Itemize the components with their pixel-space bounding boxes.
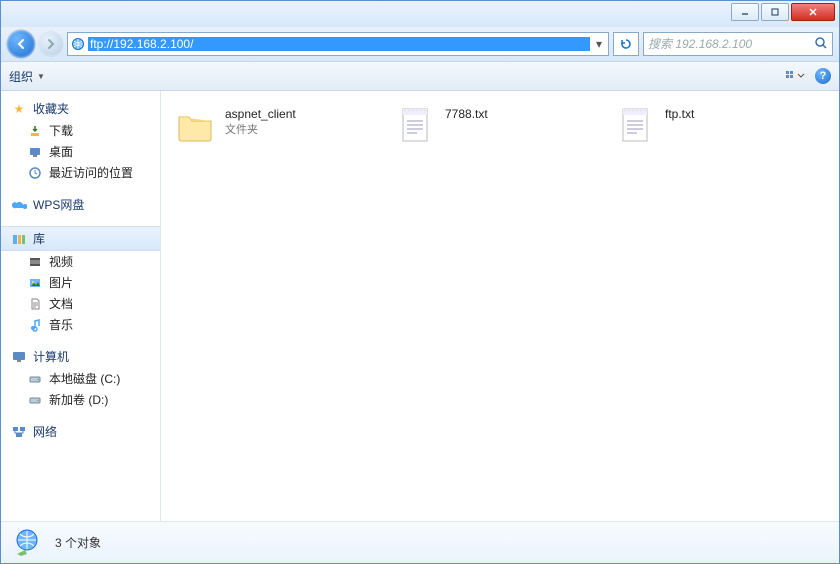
body: ★ 收藏夹 下载 桌面 最近访问的位置 xyxy=(1,91,839,521)
network-icon xyxy=(11,424,27,440)
view-options-button[interactable] xyxy=(785,69,805,83)
sidebar-group-computer: 计算机 本地磁盘 (C:) 新加卷 (D:) xyxy=(1,345,160,410)
refresh-button[interactable] xyxy=(613,32,639,56)
sidebar-group-wps: WPS网盘 xyxy=(1,193,160,216)
sidebar-item-label: 文档 xyxy=(49,295,73,312)
sidebar-computer-label: 计算机 xyxy=(33,348,69,365)
sidebar-item-pictures[interactable]: 图片 xyxy=(1,272,160,293)
text-file-icon xyxy=(613,103,657,147)
sidebar-item-videos[interactable]: 视频 xyxy=(1,251,160,272)
search-input[interactable] xyxy=(648,37,814,51)
sidebar-network-label: 网络 xyxy=(33,423,57,440)
cloud-icon xyxy=(11,197,27,213)
file-name: 7788.txt xyxy=(445,107,488,121)
sidebar-item-drive-c[interactable]: 本地磁盘 (C:) xyxy=(1,368,160,389)
search-icon[interactable] xyxy=(814,36,828,53)
maximize-button[interactable] xyxy=(761,3,789,21)
globe-icon xyxy=(68,37,88,51)
sidebar-wps[interactable]: WPS网盘 xyxy=(1,193,160,216)
sidebar-item-desktop[interactable]: 桌面 xyxy=(1,141,160,162)
sidebar-item-label: 下载 xyxy=(49,122,73,139)
video-icon xyxy=(27,254,43,270)
minimize-button[interactable] xyxy=(731,3,759,21)
sidebar-group-libraries: 库 视频 图片 文档 音乐 xyxy=(1,226,160,335)
address-input[interactable] xyxy=(88,37,590,51)
sidebar-item-label: 新加卷 (D:) xyxy=(49,391,108,408)
sidebar-item-downloads[interactable]: 下载 xyxy=(1,120,160,141)
file-item-text[interactable]: 7788.txt xyxy=(391,101,591,149)
file-item-text[interactable]: ftp.txt xyxy=(611,101,811,149)
statusbar: 3 个对象 xyxy=(1,521,839,563)
sidebar-item-label: 最近访问的位置 xyxy=(49,164,133,181)
organize-label: 组织 xyxy=(9,68,33,85)
chevron-down-icon: ▼ xyxy=(37,72,45,81)
sidebar-group-network: 网络 xyxy=(1,420,160,443)
document-icon xyxy=(27,296,43,312)
search-box[interactable] xyxy=(643,32,833,56)
sidebar-item-drive-d[interactable]: 新加卷 (D:) xyxy=(1,389,160,410)
address-dropdown-button[interactable]: ▾ xyxy=(590,37,608,51)
sidebar-computer[interactable]: 计算机 xyxy=(1,345,160,368)
libraries-icon xyxy=(11,231,27,247)
download-icon xyxy=(27,123,43,139)
sidebar-item-music[interactable]: 音乐 xyxy=(1,314,160,335)
star-icon: ★ xyxy=(11,101,27,117)
forward-button[interactable] xyxy=(39,32,63,56)
file-name: aspnet_client xyxy=(225,107,296,121)
desktop-icon xyxy=(27,144,43,160)
drive-icon xyxy=(27,371,43,387)
picture-icon xyxy=(27,275,43,291)
sidebar-libraries[interactable]: 库 xyxy=(1,226,160,251)
file-item-folder[interactable]: aspnet_client 文件夹 xyxy=(171,101,371,149)
sidebar-item-label: 图片 xyxy=(49,274,73,291)
sidebar-libraries-label: 库 xyxy=(33,230,45,247)
sidebar-favorites[interactable]: ★ 收藏夹 xyxy=(1,97,160,120)
sidebar-item-documents[interactable]: 文档 xyxy=(1,293,160,314)
sidebar-item-label: 本地磁盘 (C:) xyxy=(49,370,120,387)
drive-icon xyxy=(27,392,43,408)
sidebar-group-favorites: ★ 收藏夹 下载 桌面 最近访问的位置 xyxy=(1,97,160,183)
explorer-window: ▾ 组织 ▼ ? ★ xyxy=(0,0,840,564)
file-name: ftp.txt xyxy=(665,107,694,121)
text-file-icon xyxy=(393,103,437,147)
sidebar-wps-label: WPS网盘 xyxy=(33,196,84,213)
file-type: 文件夹 xyxy=(225,121,296,137)
sidebar-item-label: 视频 xyxy=(49,253,73,270)
globe-icon xyxy=(11,526,45,560)
organize-button[interactable]: 组织 ▼ xyxy=(9,68,45,85)
music-icon xyxy=(27,317,43,333)
back-button[interactable] xyxy=(7,30,35,58)
folder-icon xyxy=(173,103,217,147)
status-text: 3 个对象 xyxy=(55,534,101,551)
titlebar xyxy=(1,1,839,27)
close-button[interactable] xyxy=(791,3,835,21)
sidebar-item-label: 桌面 xyxy=(49,143,73,160)
address-bar[interactable]: ▾ xyxy=(67,32,609,56)
help-button[interactable]: ? xyxy=(815,68,831,84)
sidebar-favorites-label: 收藏夹 xyxy=(33,100,69,117)
computer-icon xyxy=(11,349,27,365)
navbar: ▾ xyxy=(1,27,839,61)
toolbar: 组织 ▼ ? xyxy=(1,61,839,91)
sidebar-item-recent[interactable]: 最近访问的位置 xyxy=(1,162,160,183)
sidebar: ★ 收藏夹 下载 桌面 最近访问的位置 xyxy=(1,91,161,521)
recent-icon xyxy=(27,165,43,181)
sidebar-network[interactable]: 网络 xyxy=(1,420,160,443)
sidebar-item-label: 音乐 xyxy=(49,316,73,333)
content-pane[interactable]: aspnet_client 文件夹 7788.txt ftp.txt xyxy=(161,91,839,521)
